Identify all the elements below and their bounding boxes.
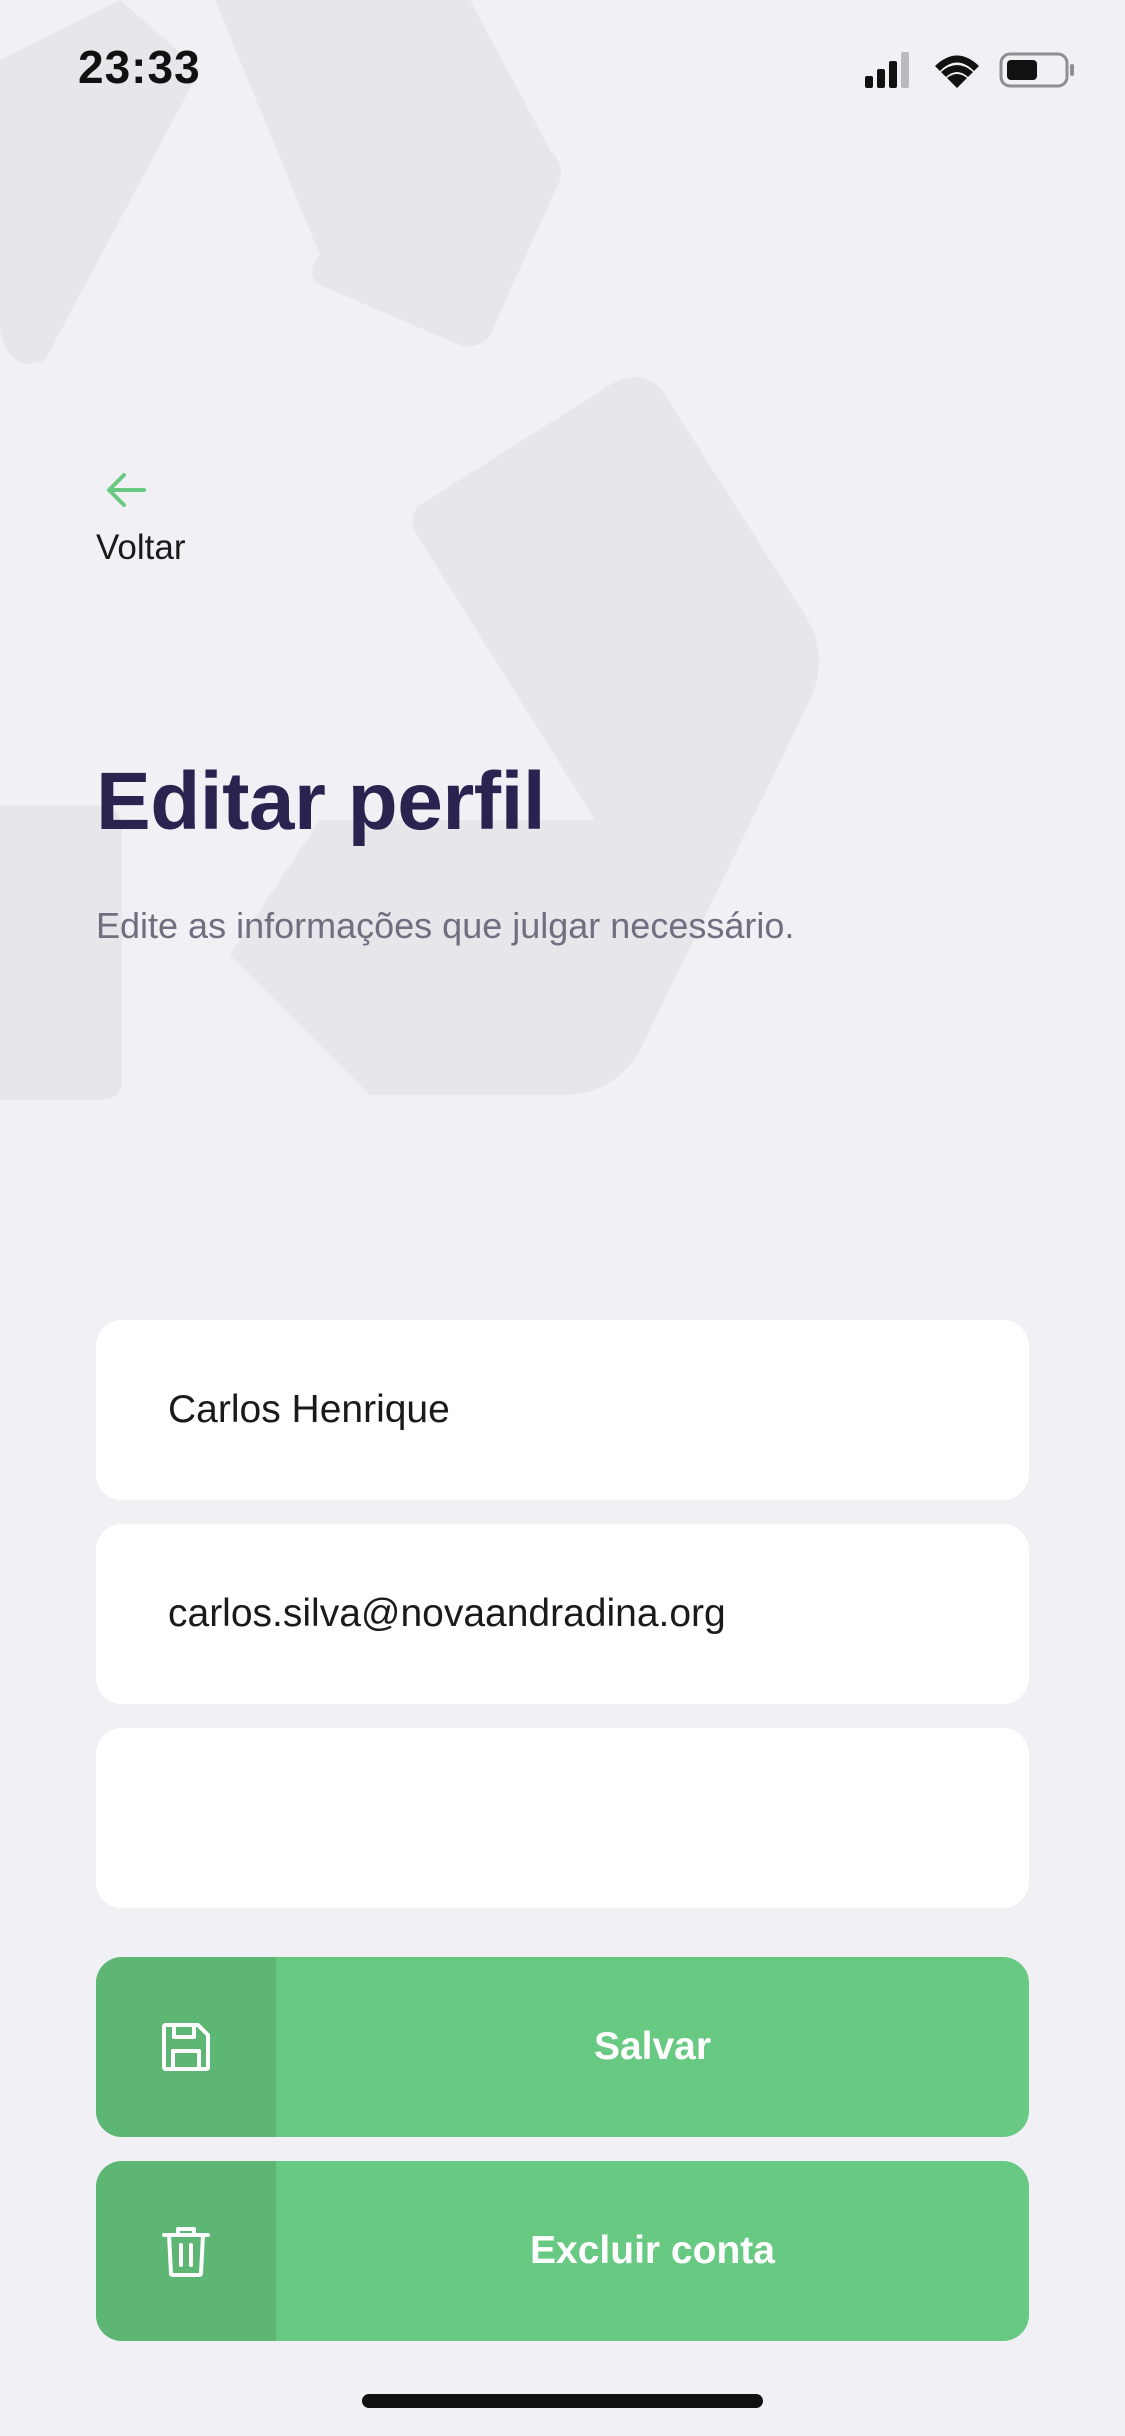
delete-icon-box [96,2161,276,2341]
delete-account-button-label: Excluir conta [530,2229,775,2272]
page-title: Editar perfil [96,756,546,847]
empty-input[interactable] [168,1728,988,1908]
back-label: Voltar [96,528,186,567]
home-indicator[interactable] [362,2394,763,2408]
wifi-icon [935,55,979,88]
status-time: 23:33 [78,41,201,93]
edit-profile-screen: 23:33 Voltar Editar perfil Edite as info… [0,0,1125,2436]
recycle-watermark-icon [0,0,819,1100]
floppy-disk-icon [162,2023,210,2071]
save-button-label: Salvar [593,2025,712,2068]
name-input[interactable] [168,1320,988,1500]
third-field-container [96,1728,1029,1908]
battery-icon [999,52,1074,88]
arrow-left-icon [107,473,146,507]
save-icon-box [96,1957,276,2137]
email-field-container [96,1524,1029,1704]
page-subtitle: Edite as informações que julgar necessár… [96,905,795,946]
name-field-container [96,1320,1029,1500]
save-button[interactable]: Salvar [96,1957,1029,2137]
back-button[interactable]: Voltar [96,462,226,572]
status-icons [865,52,1074,88]
trash-icon [162,2227,210,2277]
cellular-signal-icon [865,52,909,88]
delete-account-button[interactable]: Excluir conta [96,2161,1029,2341]
email-input[interactable] [168,1524,988,1704]
